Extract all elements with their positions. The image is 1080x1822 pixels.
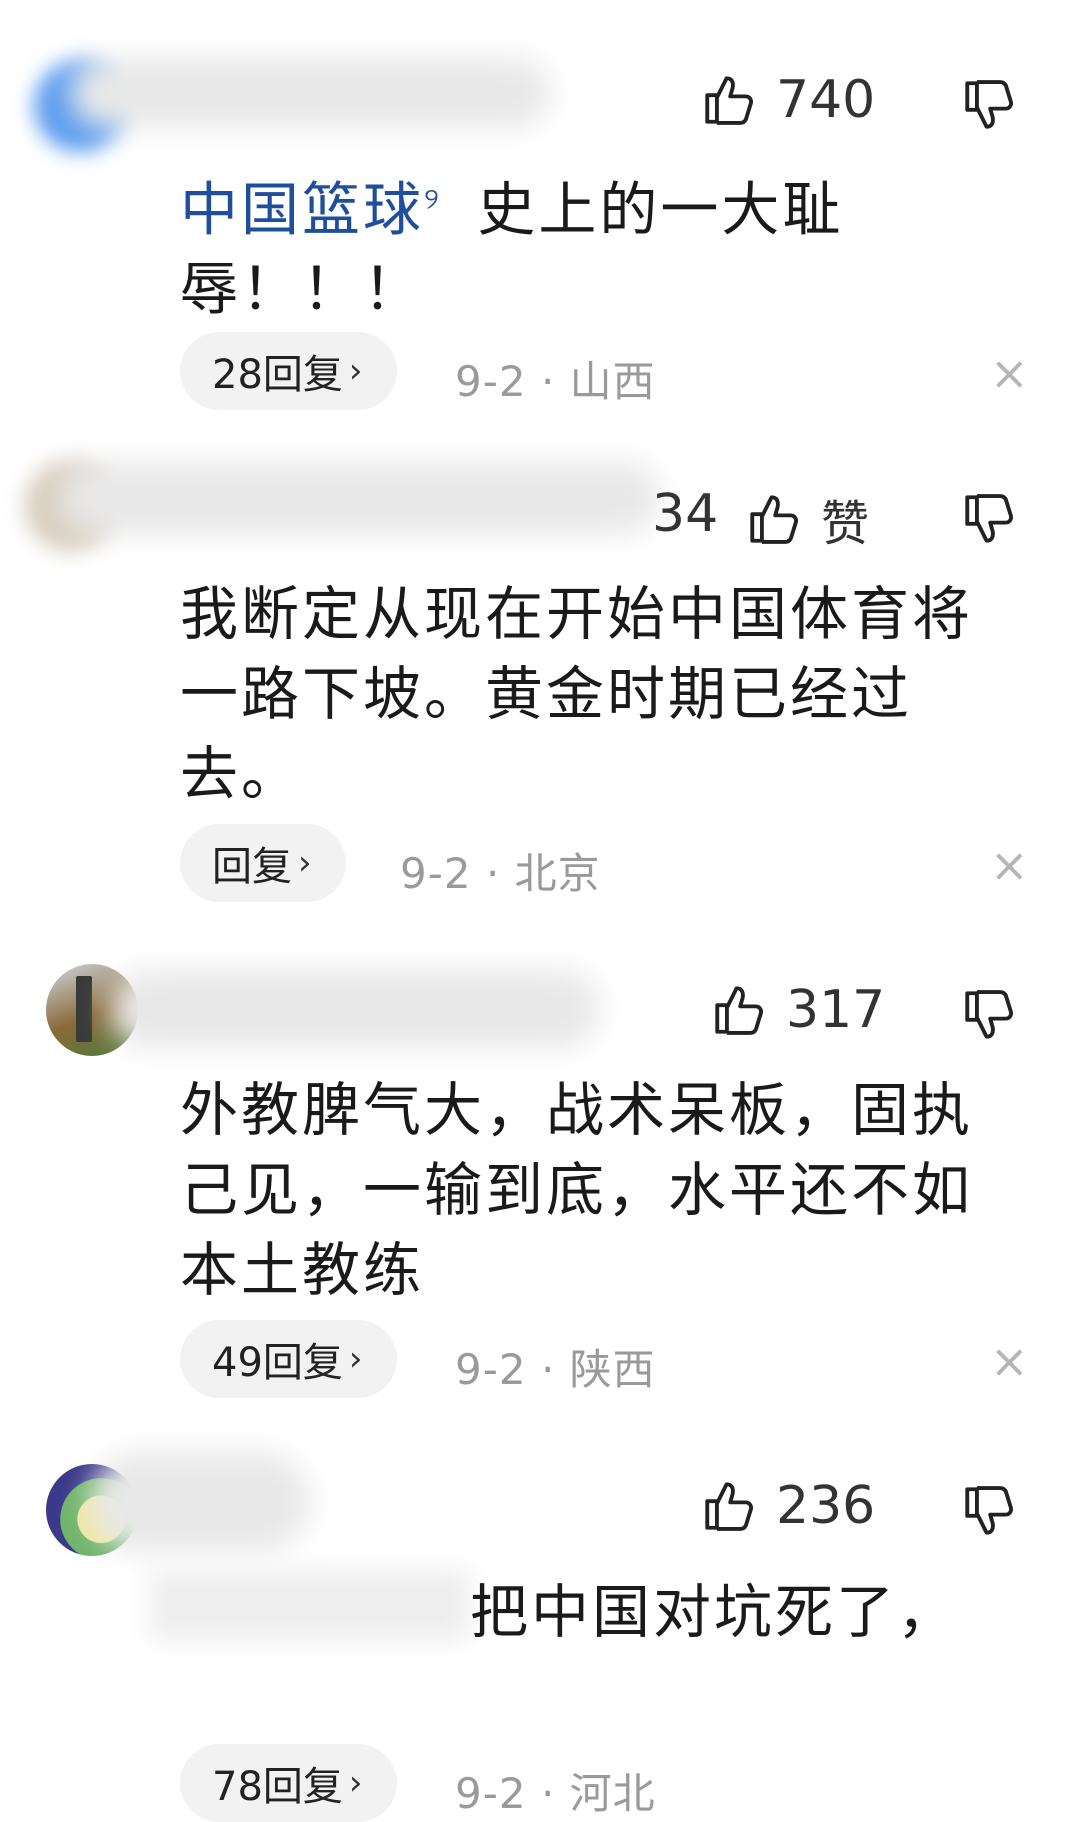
like-label: 赞 [821,496,870,552]
obscured-text [150,1570,470,1640]
reply-button[interactable]: 28回复 › [180,332,397,410]
comment-text: 我断定从现在开始中国体育将一路下坡。黄金时期已经过去。 [180,580,974,808]
comment-meta: 9-2 · 陕西 [455,1345,656,1394]
reply-label: 28回复 [212,352,343,398]
thumbs-up-icon [700,71,758,129]
reply-button[interactable]: 78回复 › [180,1744,397,1822]
like-button[interactable]: 740 [700,70,875,130]
username[interactable] [70,58,550,128]
comment-text: 把中国对坑死了， [470,1578,959,1646]
search-icon: ୨ [424,182,442,217]
thumbs-up-icon [700,1477,758,1535]
reply-label: 49回复 [212,1340,343,1386]
reply-label: 回复 [212,844,292,890]
username[interactable] [60,462,660,534]
chevron-right-icon: › [298,843,312,883]
username[interactable] [90,1452,310,1552]
like-count: 236 [776,1476,876,1536]
tower-icon [76,976,92,1042]
username[interactable] [110,970,600,1048]
chevron-right-icon: › [348,1339,363,1379]
comment-meta: 9-2 · 山西 [455,357,656,406]
chevron-right-icon: › [348,351,363,391]
thumbs-up-icon [710,981,768,1039]
like-button[interactable]: 赞 [745,484,869,554]
like-button[interactable]: 236 [700,1476,875,1536]
username-tail: 34 [652,484,719,544]
thumbs-down-icon[interactable] [960,1482,1018,1540]
thumbs-down-icon[interactable] [960,986,1018,1044]
like-count: 740 [776,70,876,130]
comment-meta: 9-2 · 北京 [400,849,601,898]
thumbs-down-icon[interactable] [960,490,1018,548]
like-button[interactable]: 317 [710,980,885,1040]
reply-button[interactable]: 49回复 › [180,1320,397,1398]
close-icon[interactable]: × [990,1338,1029,1384]
thumbs-up-icon [745,490,803,548]
chevron-right-icon: › [348,1763,363,1803]
topic-link[interactable]: 中国篮球 [180,175,424,243]
comment-text: 外教脾气大，战术呆板，固执己见，一输到底，水平还不如本土教练 [180,1076,974,1304]
thumbs-down-icon[interactable] [960,76,1018,134]
close-icon[interactable]: × [990,842,1029,888]
like-count: 317 [786,980,886,1040]
reply-button[interactable]: 回复 › [180,824,346,902]
comment-meta: 9-2 · 河北 [455,1769,656,1818]
reply-label: 78回复 [212,1764,343,1810]
comment-text: 中国篮球୨ 史上的一大耻辱！！！ [180,160,1020,329]
close-icon[interactable]: × [990,350,1029,396]
